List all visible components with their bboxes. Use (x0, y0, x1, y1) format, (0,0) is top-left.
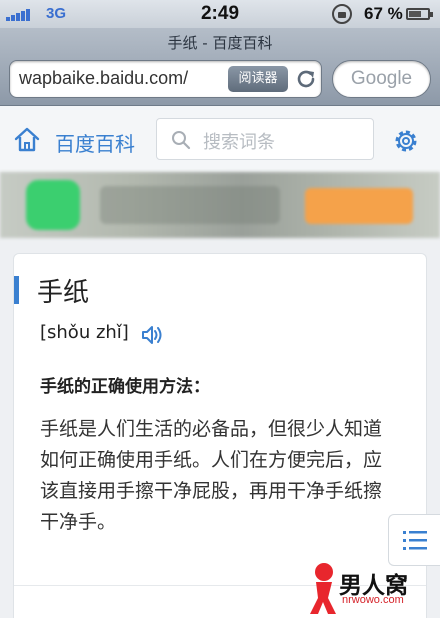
article-title: 手纸 (37, 278, 90, 308)
section-heading: 手纸的正确使用方法： (40, 377, 210, 397)
site-brand[interactable]: 百度百科 (55, 128, 135, 157)
watermark-domain: nrwowo.com (342, 594, 404, 606)
watermark-figure-icon (310, 563, 336, 614)
article-paragraph: 手纸是人们生活的必备品，但很少人知道如何正确使用手纸。人们在方便完后，应该直接用… (40, 418, 383, 533)
pinyin: [shǒu zhǐ] (40, 322, 129, 343)
speaker-icon[interactable] (141, 324, 165, 346)
banner-cta[interactable] (305, 188, 413, 224)
ad-banner[interactable] (0, 172, 440, 238)
toc-button[interactable] (388, 514, 440, 566)
banner-text-blur (100, 186, 280, 224)
reader-button[interactable]: 阅读器 (228, 66, 288, 92)
url-bar[interactable]: wapbaike.baidu.com/ 阅读器 (9, 60, 322, 98)
search-icon (172, 131, 191, 150)
url-text[interactable]: wapbaike.baidu.com/ (19, 68, 219, 89)
app-icon (26, 180, 80, 230)
search-input[interactable]: 搜索词条 (156, 118, 374, 160)
gear-icon[interactable] (392, 127, 420, 155)
watermark: 男人窝 nrwowo.com (306, 560, 436, 616)
reload-icon[interactable] (293, 66, 319, 92)
site-header: 百度百科 搜索词条 (0, 106, 440, 172)
browser-toolbar: 手纸 - 百度百科 wapbaike.baidu.com/ 阅读器 Google (0, 28, 440, 106)
status-bar: 3G 2:49 67 % (0, 0, 440, 28)
rotation-lock-icon (332, 4, 352, 24)
battery-icon (406, 8, 433, 20)
title-accent-bar (14, 276, 19, 304)
search-engine-field[interactable]: Google (332, 60, 431, 98)
search-placeholder: 搜索词条 (203, 132, 275, 153)
home-icon[interactable] (13, 126, 41, 152)
page-title: 手纸 - 百度百科 (167, 34, 273, 52)
battery-percent: 67 % (364, 4, 403, 23)
